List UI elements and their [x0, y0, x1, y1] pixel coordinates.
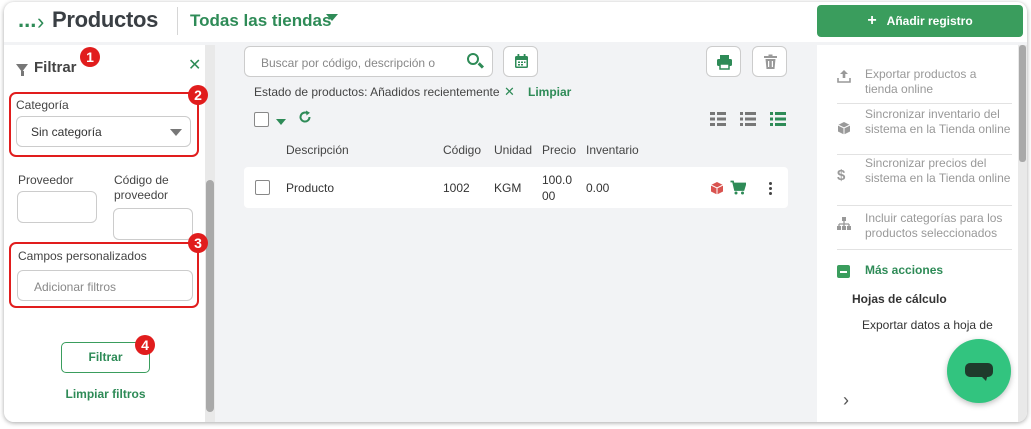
top-bar: ... › Productos Todas las tiendas + Añad…: [4, 2, 1027, 42]
actions-scrollbar-thumb[interactable]: [1019, 45, 1026, 162]
collapse-icon[interactable]: [837, 265, 850, 278]
search-placeholder: Buscar por código, descripción o: [261, 56, 436, 70]
action-divider: [837, 103, 1012, 104]
column-header-price[interactable]: Precio: [542, 143, 576, 157]
chevron-right-icon[interactable]: ›: [843, 390, 849, 411]
refresh-icon[interactable]: [297, 109, 313, 125]
clear-state-link[interactable]: Limpiar: [528, 85, 571, 99]
print-icon: [717, 55, 732, 70]
funnel-icon: [16, 63, 28, 76]
row-unit: KGM: [494, 181, 522, 195]
action-include-categories-label: Incluir categorías para los productos se…: [865, 211, 1003, 240]
store-selector[interactable]: Todas las tiendas: [190, 11, 331, 31]
column-header-inventory[interactable]: Inventario: [586, 143, 639, 157]
action-sync-prices-label: Sincronizar precios del sistema en la Ti…: [865, 156, 1011, 185]
app-window: ... › Productos Todas las tiendas + Añad…: [4, 2, 1027, 422]
column-header-description[interactable]: Descripción: [286, 143, 349, 157]
action-divider: [837, 205, 1012, 206]
select-dropdown-caret-icon[interactable]: [276, 119, 286, 125]
row-checkbox[interactable]: [255, 180, 270, 195]
action-export-online-label: Exportar productos a tienda online: [865, 67, 977, 96]
search-input[interactable]: Buscar por código, descripción o: [244, 46, 493, 77]
chat-button[interactable]: [947, 339, 1011, 403]
cart-icon[interactable]: [730, 180, 746, 195]
export-spreadsheet-action[interactable]: Exportar datos a hoja de: [862, 318, 993, 332]
row-price-line-2: 00: [542, 189, 556, 203]
row-price-line-1: 100.0: [542, 173, 573, 187]
box-icon: [837, 122, 851, 135]
delete-button[interactable]: [752, 46, 787, 77]
action-sync-inventory-label: Sincronizar inventario del sistema en la…: [865, 107, 1011, 136]
breadcrumb-chevron-icon: ›: [37, 9, 45, 34]
page-title: Productos: [52, 7, 159, 32]
add-record-label: Añadir registro: [886, 14, 973, 28]
add-record-button[interactable]: + Añadir registro: [817, 5, 1023, 37]
filter-scrollbar-thumb[interactable]: [206, 180, 214, 412]
more-actions-toggle[interactable]: Más acciones: [865, 263, 943, 277]
select-all-checkbox[interactable]: [254, 112, 269, 127]
annotation-badge-2: 2: [188, 85, 208, 105]
action-divider: [837, 154, 1012, 155]
grid-view-icon[interactable]: [710, 112, 726, 126]
hierarchy-icon: [837, 217, 851, 230]
filter-title: Filtrar: [34, 59, 77, 76]
annotation-badge-1: 1: [80, 47, 100, 67]
action-sync-prices[interactable]: $ Sincronizar precios del sistema en la …: [837, 156, 1012, 186]
annotation-badge-4: 4: [135, 335, 155, 355]
calendar-button[interactable]: [503, 46, 538, 77]
close-filters-icon[interactable]: ✕: [188, 55, 201, 75]
calendar-icon: [515, 54, 528, 68]
supplier-code-label: Código de proveedor: [114, 173, 169, 202]
row-menu-icon[interactable]: [769, 182, 772, 195]
print-button[interactable]: [706, 46, 741, 77]
supplier-code-input[interactable]: [113, 208, 193, 240]
table-row[interactable]: Producto 1002 KGM 100.0 00 0.00: [244, 167, 788, 208]
compact-list-view-icon[interactable]: [770, 112, 786, 126]
list-view-icon[interactable]: [740, 112, 756, 126]
filter-panel: Filtrar ✕ Categoría Sin categoría Provee…: [4, 45, 215, 422]
filter-header: Filtrar: [16, 59, 77, 76]
state-filter-text: Estado de productos: Añadidos recienteme…: [254, 85, 500, 99]
annotation-badge-3: 3: [188, 233, 208, 253]
breadcrumb-ellipsis[interactable]: ...: [18, 7, 36, 33]
supplier-input[interactable]: [17, 191, 97, 223]
annotation-box-custom-fields: [9, 242, 199, 308]
row-inventory: 0.00: [586, 181, 610, 195]
action-export-online[interactable]: Exportar productos a tienda online: [837, 67, 1012, 97]
search-icon[interactable]: [467, 53, 479, 65]
dollar-icon: $: [837, 167, 846, 184]
action-divider: [837, 249, 1012, 250]
clear-filters-link[interactable]: Limpiar filtros: [4, 387, 207, 401]
spreadsheets-heading: Hojas de cálculo: [852, 292, 947, 306]
remove-state-filter-icon[interactable]: ✕: [504, 84, 515, 100]
column-header-unit[interactable]: Unidad: [494, 143, 532, 157]
upload-icon: [837, 70, 851, 83]
annotation-box-category: [9, 92, 199, 157]
plus-icon: +: [867, 12, 877, 29]
action-sync-inventory[interactable]: Sincronizar inventario del sistema en la…: [837, 107, 1012, 137]
column-header-code[interactable]: Código: [443, 143, 481, 157]
box-icon[interactable]: [710, 181, 724, 195]
trash-icon: [764, 54, 777, 69]
row-code: 1002: [443, 181, 470, 195]
supplier-label: Proveedor: [18, 173, 74, 187]
chat-icon: [965, 363, 993, 381]
action-include-categories[interactable]: Incluir categorías para los productos se…: [837, 211, 1012, 241]
caret-down-icon[interactable]: [326, 14, 338, 21]
header-divider: [177, 7, 178, 35]
row-description: Producto: [286, 181, 335, 195]
